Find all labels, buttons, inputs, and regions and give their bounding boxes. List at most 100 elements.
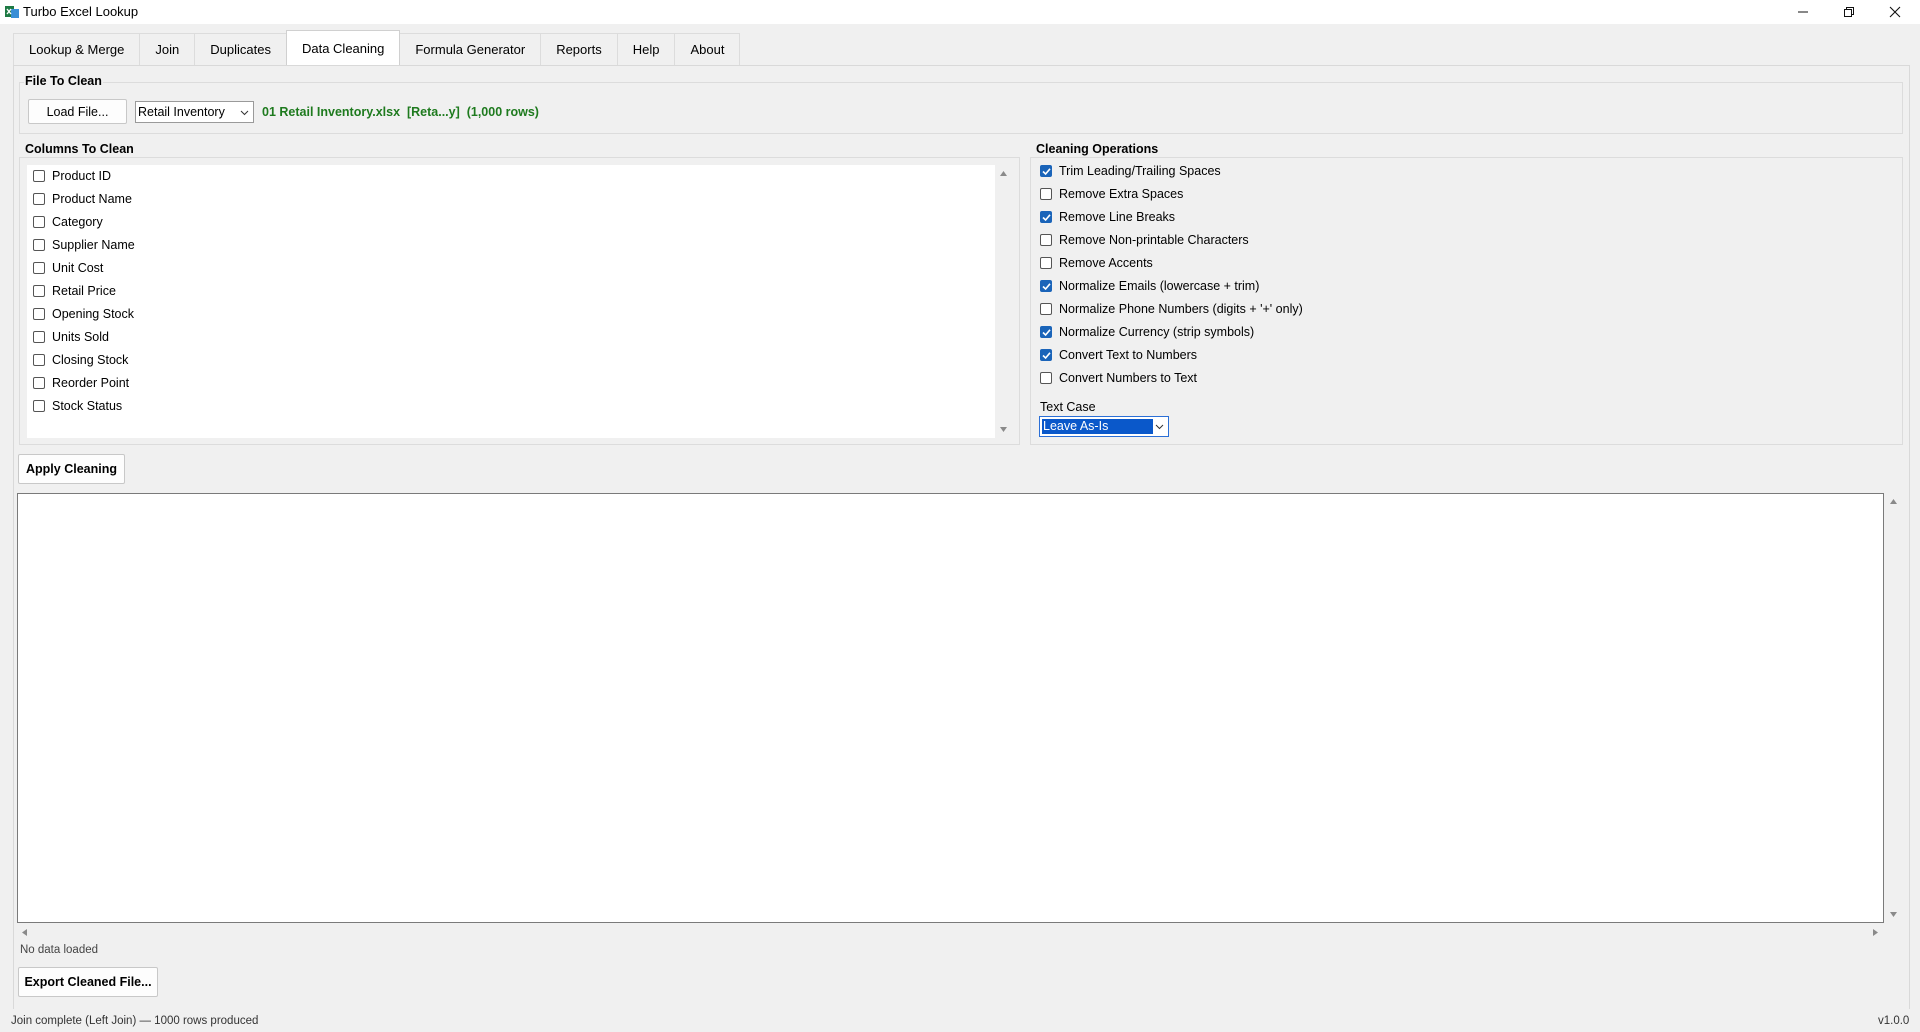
columns-to-clean-title: Columns To Clean bbox=[24, 142, 135, 156]
checkbox[interactable] bbox=[33, 216, 45, 228]
checkmark-icon bbox=[1041, 167, 1051, 175]
columns-checklist[interactable] bbox=[27, 165, 995, 438]
op-remove-extra-spaces[interactable]: Remove Extra Spaces bbox=[1040, 185, 1183, 203]
checkbox-label: Opening Stock bbox=[52, 307, 134, 321]
checkbox[interactable] bbox=[1040, 188, 1052, 200]
preview-status-text: No data loaded bbox=[20, 944, 99, 956]
checkbox-label: Remove Extra Spaces bbox=[1059, 187, 1184, 201]
checkbox-checked[interactable] bbox=[1040, 280, 1052, 292]
checkbox[interactable] bbox=[33, 262, 45, 274]
column-item-unit-cost[interactable]: Unit Cost bbox=[33, 259, 103, 277]
tab-duplicates[interactable]: Duplicates bbox=[194, 33, 287, 65]
export-cleaned-file-button[interactable]: Export Cleaned File... bbox=[18, 967, 158, 997]
checkbox[interactable] bbox=[1040, 303, 1052, 315]
op-normalize-emails[interactable]: Normalize Emails (lowercase + trim) bbox=[1040, 277, 1259, 295]
title-bar bbox=[0, 0, 1920, 24]
preview-grid[interactable] bbox=[17, 493, 1884, 923]
column-item-closing-stock[interactable]: Closing Stock bbox=[33, 351, 128, 369]
preview-horizontal-scrollbar[interactable] bbox=[17, 924, 1884, 940]
checkbox[interactable] bbox=[33, 400, 45, 412]
checkbox-label: Normalize Currency (strip symbols) bbox=[1059, 325, 1255, 339]
checkbox[interactable] bbox=[33, 354, 45, 366]
tab-help[interactable]: Help bbox=[616, 33, 676, 65]
scroll-right-arrow-icon[interactable] bbox=[1871, 928, 1880, 937]
checkbox-label: Retail Price bbox=[52, 284, 116, 298]
checkbox[interactable] bbox=[1040, 372, 1052, 384]
op-remove-line-breaks[interactable]: Remove Line Breaks bbox=[1040, 208, 1175, 226]
column-item-product-id[interactable]: Product ID bbox=[33, 167, 111, 185]
op-numbers-to-text[interactable]: Convert Numbers to Text bbox=[1040, 369, 1197, 387]
checkbox-label: Unit Cost bbox=[52, 261, 104, 275]
op-text-to-numbers[interactable]: Convert Text to Numbers bbox=[1040, 346, 1197, 364]
tab-join[interactable]: Join bbox=[139, 33, 196, 65]
op-trim-spaces[interactable]: Trim Leading/Trailing Spaces bbox=[1040, 162, 1221, 180]
text-case-label: Text Case bbox=[1040, 400, 1096, 414]
checkbox-label: Stock Status bbox=[52, 399, 123, 413]
checkbox[interactable] bbox=[33, 331, 45, 343]
checkbox-checked[interactable] bbox=[1040, 349, 1052, 361]
tab-about[interactable]: About bbox=[674, 33, 741, 65]
tab-lookup-merge[interactable]: Lookup & Merge bbox=[13, 33, 141, 65]
checkbox-label: Normalize Emails (lowercase + trim) bbox=[1059, 279, 1260, 293]
op-normalize-phone[interactable]: Normalize Phone Numbers (digits + '+' on… bbox=[1040, 300, 1303, 318]
checkbox[interactable] bbox=[1040, 257, 1052, 269]
load-file-button[interactable]: Load File... bbox=[28, 99, 127, 124]
op-remove-non-printable[interactable]: Remove Non-printable Characters bbox=[1040, 231, 1249, 249]
column-item-units-sold[interactable]: Units Sold bbox=[33, 328, 109, 346]
checkbox[interactable] bbox=[33, 377, 45, 389]
column-item-supplier-name[interactable]: Supplier Name bbox=[33, 236, 135, 254]
tab-formula-generator[interactable]: Formula Generator bbox=[399, 33, 542, 65]
checkbox-label: Closing Stock bbox=[52, 353, 129, 367]
checkbox[interactable] bbox=[33, 239, 45, 251]
restore-button[interactable] bbox=[1826, 0, 1872, 24]
checkbox-label: Convert Text to Numbers bbox=[1059, 348, 1198, 362]
scroll-left-arrow-icon[interactable] bbox=[20, 928, 29, 937]
sheet-select[interactable]: Retail Inventory bbox=[135, 101, 254, 123]
preview-vertical-scrollbar[interactable] bbox=[1885, 493, 1901, 923]
checkbox-label: Category bbox=[52, 215, 103, 229]
checkbox-checked[interactable] bbox=[1040, 326, 1052, 338]
checkbox-label: Product Name bbox=[52, 192, 132, 206]
op-remove-accents[interactable]: Remove Accents bbox=[1040, 254, 1153, 272]
close-icon bbox=[1889, 6, 1901, 18]
close-button[interactable] bbox=[1872, 0, 1918, 24]
op-normalize-currency[interactable]: Normalize Currency (strip symbols) bbox=[1040, 323, 1254, 341]
checkmark-icon bbox=[1041, 328, 1051, 336]
column-item-reorder-point[interactable]: Reorder Point bbox=[33, 374, 129, 392]
checkbox-label: Remove Non-printable Characters bbox=[1059, 233, 1249, 247]
scroll-down-arrow-icon[interactable] bbox=[999, 425, 1008, 434]
checkmark-icon bbox=[1041, 351, 1051, 359]
text-case-select-value: Leave As-Is bbox=[1042, 419, 1153, 434]
column-item-retail-price[interactable]: Retail Price bbox=[33, 282, 116, 300]
chevron-down-icon bbox=[240, 110, 249, 115]
checkbox-checked[interactable] bbox=[1040, 211, 1052, 223]
apply-cleaning-button[interactable]: Apply Cleaning bbox=[18, 454, 125, 484]
tab-reports[interactable]: Reports bbox=[540, 33, 618, 65]
checkbox-label: Normalize Phone Numbers (digits + '+' on… bbox=[1059, 302, 1303, 316]
tab-data-cleaning[interactable]: Data Cleaning bbox=[285, 30, 401, 65]
column-item-product-name[interactable]: Product Name bbox=[33, 190, 132, 208]
column-item-category[interactable]: Category bbox=[33, 213, 103, 231]
text-case-select[interactable]: Leave As-Is bbox=[1039, 416, 1169, 437]
checkbox[interactable] bbox=[33, 308, 45, 320]
file-info-label: 01 Retail Inventory.xlsx [Reta...y] (1,0… bbox=[262, 105, 539, 119]
checkbox-label: Reorder Point bbox=[52, 376, 130, 390]
version-label: v1.0.0 bbox=[1878, 1015, 1910, 1027]
checkbox[interactable] bbox=[33, 193, 45, 205]
window-title: Turbo Excel Lookup bbox=[23, 4, 139, 19]
checkbox-label: Remove Accents bbox=[1059, 256, 1153, 270]
checkbox[interactable] bbox=[33, 170, 45, 182]
checkbox[interactable] bbox=[1040, 234, 1052, 246]
checkbox-checked[interactable] bbox=[1040, 165, 1052, 177]
scroll-down-arrow-icon[interactable] bbox=[1889, 910, 1898, 919]
scroll-up-arrow-icon[interactable] bbox=[999, 169, 1008, 178]
column-item-stock-status[interactable]: Stock Status bbox=[33, 397, 122, 415]
columns-scrollbar[interactable] bbox=[995, 165, 1011, 438]
scroll-up-arrow-icon[interactable] bbox=[1889, 497, 1898, 506]
minimize-button[interactable] bbox=[1780, 0, 1826, 24]
checkbox-label: Supplier Name bbox=[52, 238, 135, 252]
checkbox[interactable] bbox=[33, 285, 45, 297]
status-bar bbox=[0, 1009, 1920, 1032]
column-item-opening-stock[interactable]: Opening Stock bbox=[33, 305, 134, 323]
file-to-clean-title: File To Clean bbox=[24, 74, 103, 88]
